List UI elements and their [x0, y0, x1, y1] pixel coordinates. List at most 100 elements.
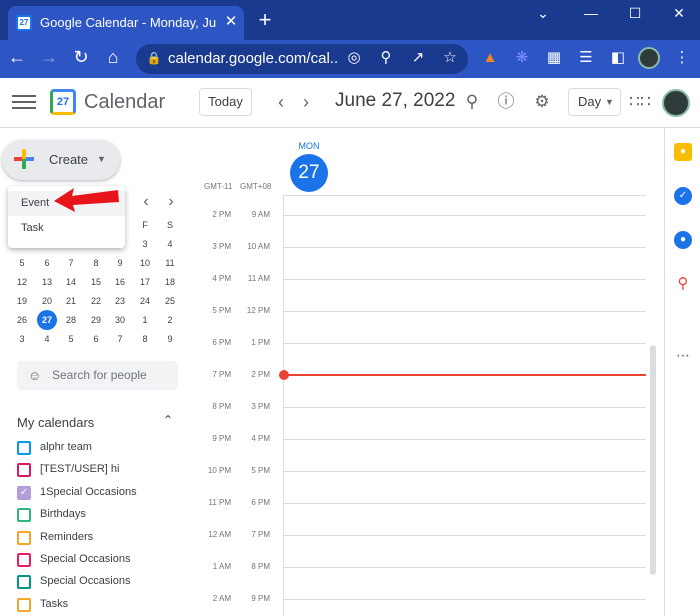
maximize-button[interactable]: ☐ [620, 2, 650, 24]
minimize-button[interactable]: — [576, 2, 606, 24]
mini-day[interactable]: 6 [37, 255, 57, 271]
mini-day[interactable]: 2 [160, 312, 180, 328]
account-avatar[interactable] [662, 89, 690, 117]
calendar-checkbox[interactable] [17, 553, 31, 567]
share-icon[interactable]: ↗ [406, 46, 430, 70]
mini-day-today[interactable]: 27 [37, 310, 57, 330]
main-menu-icon[interactable] [12, 92, 36, 112]
mini-day[interactable]: 21 [61, 293, 81, 309]
lock-icon[interactable]: 🔒 [142, 46, 166, 70]
mini-day[interactable]: 28 [61, 312, 81, 328]
sidepanel-icon[interactable]: ◧ [606, 46, 630, 70]
mini-day[interactable]: 23 [110, 293, 130, 309]
mini-day[interactable]: 13 [37, 274, 57, 290]
calendar-checkbox-checked[interactable]: ✓ [17, 486, 31, 500]
day-number[interactable]: 27 [290, 154, 328, 192]
reload-icon[interactable]: ↻ [68, 44, 94, 70]
calendar-item[interactable]: Special Occasions [17, 551, 177, 573]
settings-gear-icon[interactable]: ⚙ [530, 90, 554, 114]
mini-day[interactable]: 7 [110, 331, 130, 347]
mini-day[interactable]: 5 [61, 331, 81, 347]
mini-day[interactable]: 9 [160, 331, 180, 347]
profile-icon[interactable] [638, 47, 660, 69]
tab-search-icon[interactable]: ⌄ [528, 2, 558, 24]
previous-day-icon[interactable]: ‹ [271, 91, 291, 113]
timezone-secondary: GMT+08 [240, 182, 272, 191]
calendar-item[interactable]: Birthdays [17, 506, 177, 528]
next-day-icon[interactable]: › [296, 91, 316, 113]
calendar-checkbox[interactable] [17, 598, 31, 612]
mini-day[interactable]: 12 [12, 274, 32, 290]
mini-day[interactable]: 24 [135, 293, 155, 309]
calendar-label: [TEST/USER] hi [40, 463, 120, 475]
calendar-item[interactable]: [TEST/USER] hi [17, 461, 177, 483]
tasks-icon[interactable]: ✓ [674, 187, 692, 205]
forward-icon[interactable]: → [36, 44, 62, 70]
mini-day[interactable]: 18 [160, 274, 180, 290]
menu-item-task[interactable]: Task [8, 216, 125, 241]
apps-grid-icon[interactable]: ∷∷ [628, 90, 652, 114]
help-icon[interactable]: ⓘ [494, 90, 518, 114]
search-icon[interactable]: ⚲ [460, 90, 484, 114]
mini-day[interactable]: 20 [37, 293, 57, 309]
mini-day[interactable]: 16 [110, 274, 130, 290]
calendar-item[interactable]: Special Occasions [17, 573, 177, 595]
mini-next-month-icon[interactable]: › [161, 191, 181, 213]
mini-day[interactable]: 4 [37, 331, 57, 347]
create-label: Create [49, 152, 89, 167]
mini-day[interactable]: 3 [135, 236, 155, 252]
mini-day[interactable]: 25 [160, 293, 180, 309]
mini-day[interactable]: 19 [12, 293, 32, 309]
mini-day[interactable]: 4 [160, 236, 180, 252]
mini-day[interactable]: 7 [61, 255, 81, 271]
mini-day[interactable]: 9 [110, 255, 130, 271]
new-tab-button[interactable]: + [253, 9, 277, 33]
calendar-item[interactable]: alphr team [17, 439, 177, 461]
zoom-icon[interactable]: ⚲ [374, 46, 398, 70]
mini-day[interactable]: 29 [86, 312, 106, 328]
mini-day[interactable]: 26 [12, 312, 32, 328]
calendar-checkbox[interactable] [17, 441, 31, 455]
mini-day[interactable]: 30 [110, 312, 130, 328]
mini-day[interactable]: 14 [61, 274, 81, 290]
calendar-checkbox[interactable] [17, 575, 31, 589]
mini-day[interactable]: 8 [86, 255, 106, 271]
contacts-icon[interactable]: ● [674, 231, 692, 249]
calendar-checkbox[interactable] [17, 531, 31, 545]
vertical-scrollbar[interactable] [650, 345, 656, 575]
mini-day[interactable]: 22 [86, 293, 106, 309]
today-button[interactable]: Today [199, 88, 252, 116]
gear-extension-icon[interactable]: ❋ [510, 46, 534, 70]
tab-close-icon[interactable]: ✕ [220, 11, 242, 33]
fox-extension-icon[interactable]: ▲ [478, 46, 502, 70]
keep-icon[interactable]: ● [674, 143, 692, 161]
mini-day[interactable]: 11 [160, 255, 180, 271]
browser-tab[interactable]: 27 Google Calendar - Monday, June 27 ✕ [8, 6, 244, 40]
more-icon[interactable]: ⋯ [674, 346, 692, 364]
calendar-checkbox[interactable] [17, 463, 31, 477]
mini-prev-month-icon[interactable]: ‹ [136, 191, 156, 213]
star-icon[interactable]: ☆ [438, 46, 462, 70]
maps-icon[interactable]: ⚲ [674, 275, 692, 293]
eye-off-icon[interactable]: ◎ [342, 46, 366, 70]
mini-day[interactable]: 5 [12, 255, 32, 271]
my-calendars-title[interactable]: My calendars [17, 415, 94, 430]
puzzle-icon[interactable]: ▦ [542, 46, 566, 70]
mini-day[interactable]: 1 [135, 312, 155, 328]
mini-day[interactable]: 6 [86, 331, 106, 347]
queue-icon[interactable]: ☰ [574, 46, 598, 70]
mini-day[interactable]: 10 [135, 255, 155, 271]
back-icon[interactable]: ← [4, 44, 30, 70]
calendar-item[interactable]: Reminders [17, 529, 177, 551]
close-window-button[interactable]: ✕ [664, 2, 694, 24]
mini-day[interactable]: 15 [86, 274, 106, 290]
calendar-item[interactable]: ✓ 1Special Occasions [17, 484, 177, 506]
mini-day[interactable]: 17 [135, 274, 155, 290]
mini-day[interactable]: 3 [12, 331, 32, 347]
calendar-checkbox[interactable] [17, 508, 31, 522]
chevron-up-icon[interactable]: ⌃ [163, 413, 173, 427]
home-icon[interactable]: ⌂ [100, 44, 126, 70]
menu-icon[interactable]: ⋮ [670, 46, 694, 70]
mini-day[interactable]: 8 [135, 331, 155, 347]
calendar-item[interactable]: Tasks [17, 596, 177, 616]
